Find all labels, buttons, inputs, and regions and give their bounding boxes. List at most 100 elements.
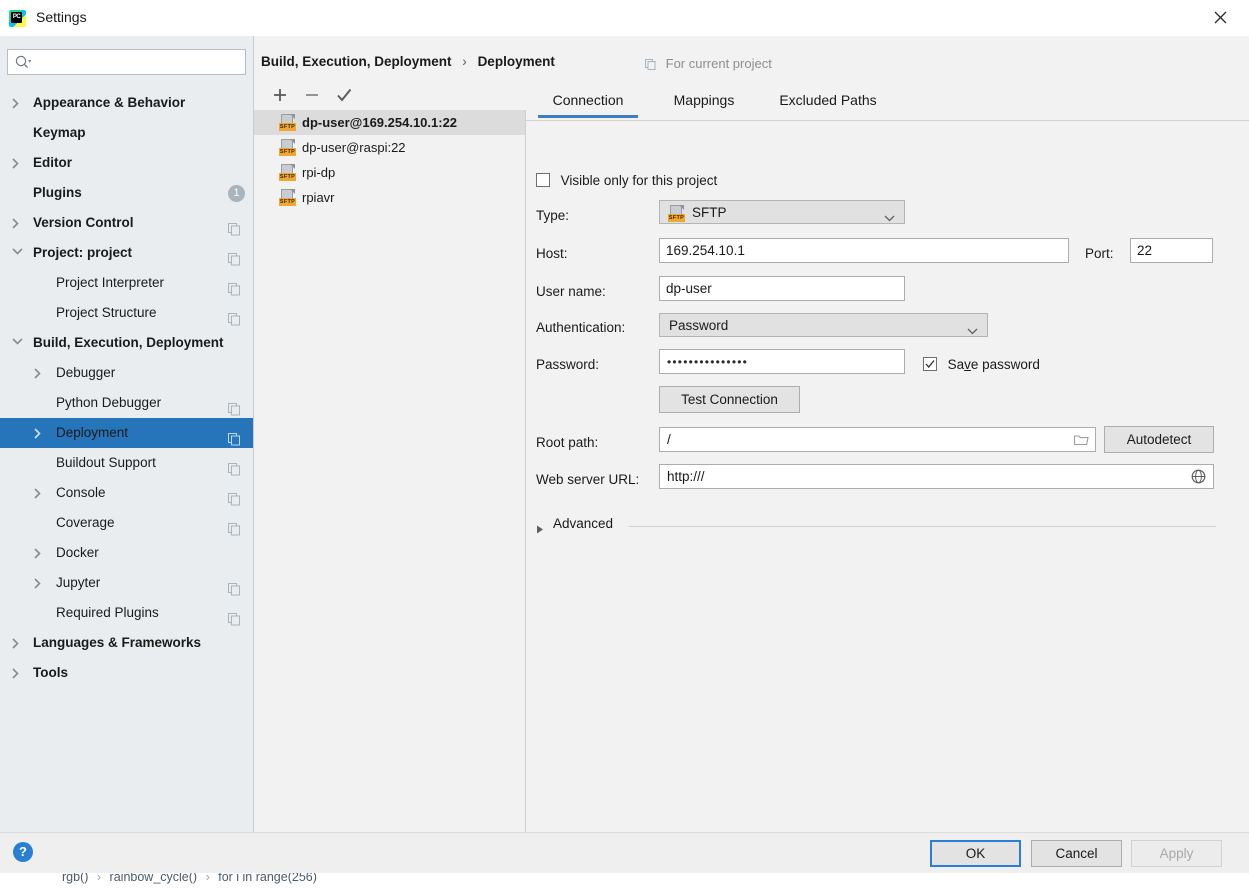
- sidebar-item-buildout-support[interactable]: Buildout Support: [0, 448, 253, 478]
- sidebar-item-editor[interactable]: Editor: [0, 148, 253, 178]
- sidebar-item-languages-frameworks[interactable]: Languages & Frameworks: [0, 628, 253, 658]
- server-name: rpi-dp: [302, 165, 336, 180]
- chevron-down-icon[interactable]: [12, 328, 24, 358]
- server-list-item[interactable]: SFTP rpi-dp: [254, 160, 525, 185]
- sidebar-item-label: Project Interpreter: [56, 275, 165, 290]
- checkbox-box: [923, 357, 937, 371]
- server-list-item[interactable]: SFTP rpiavr: [254, 185, 525, 210]
- type-label: Type:: [536, 208, 570, 223]
- search-icon: [15, 55, 32, 73]
- breadcrumb-root[interactable]: Build, Execution, Deployment: [261, 54, 452, 69]
- sftp-tag: SFTP: [279, 123, 296, 131]
- chevron-right-icon[interactable]: [12, 628, 24, 658]
- server-name: dp-user@169.254.10.1:22: [302, 115, 458, 130]
- chevron-right-icon[interactable]: [34, 418, 46, 448]
- authentication-dropdown[interactable]: Password: [659, 313, 988, 337]
- chevron-right-icon[interactable]: [34, 538, 46, 568]
- root-path-label: Root path:: [536, 435, 599, 450]
- tab-mappings[interactable]: Mappings: [654, 82, 754, 118]
- web-server-url-input[interactable]: http:///: [659, 464, 1214, 489]
- sidebar-item-label: Version Control: [33, 215, 134, 230]
- port-label: Port:: [1085, 246, 1114, 261]
- folder-icon[interactable]: [1073, 433, 1089, 449]
- background-breadcrumb-part-2: for i in range(256): [218, 872, 317, 884]
- chevron-right-icon[interactable]: [12, 658, 24, 688]
- sftp-icon: SFTP: [279, 164, 296, 181]
- password-input[interactable]: •••••••••••••••: [659, 349, 905, 374]
- sidebar-item-project-structure[interactable]: Project Structure: [0, 298, 253, 328]
- server-list-item[interactable]: SFTP dp-user@169.254.10.1:22: [254, 110, 525, 135]
- copy-icon: [645, 58, 660, 73]
- chevron-right-icon[interactable]: [12, 88, 24, 118]
- sidebar-item-build-execution-deployment[interactable]: Build, Execution, Deployment: [0, 328, 253, 358]
- sidebar-item-python-debugger[interactable]: Python Debugger: [0, 388, 253, 418]
- chevron-right-icon[interactable]: [34, 568, 46, 598]
- advanced-section-toggle[interactable]: Advanced: [536, 516, 1216, 534]
- remove-server-button[interactable]: [299, 82, 325, 108]
- sidebar-item-label: Appearance & Behavior: [33, 95, 186, 110]
- background-editor-strip: rgb() › rainbow_cycle() › for i in range…: [0, 872, 1249, 888]
- password-label: Password:: [536, 357, 600, 372]
- root-path-input[interactable]: /: [659, 427, 1096, 452]
- save-password-mnemonic: v: [964, 357, 971, 372]
- close-icon[interactable]: [1201, 4, 1241, 32]
- search-input[interactable]: [38, 50, 245, 76]
- type-value: SFTP: [692, 205, 727, 220]
- chevron-down-icon: [967, 323, 978, 338]
- tab-connection[interactable]: Connection: [538, 82, 638, 118]
- sidebar-item-appearance-behavior[interactable]: Appearance & Behavior: [0, 88, 253, 118]
- sidebar-item-label: Build, Execution, Deployment: [33, 335, 224, 350]
- cancel-button[interactable]: Cancel: [1031, 840, 1122, 867]
- chevron-right-icon[interactable]: [12, 208, 24, 238]
- plugins-update-badge: 1: [228, 185, 245, 202]
- test-connection-button[interactable]: Test Connection: [659, 386, 800, 413]
- sftp-tag: SFTP: [279, 198, 296, 206]
- server-list-item[interactable]: SFTP dp-user@raspi:22: [254, 135, 525, 160]
- sidebar-item-project-interpreter[interactable]: Project Interpreter: [0, 268, 253, 298]
- sidebar-item-jupyter[interactable]: Jupyter: [0, 568, 253, 598]
- chevron-right-icon[interactable]: [12, 148, 24, 178]
- connection-form: Visible only for this project Type: SFTP…: [526, 120, 1249, 832]
- sidebar-item-debugger[interactable]: Debugger: [0, 358, 253, 388]
- tab-label: Connection: [552, 92, 624, 108]
- sidebar-item-required-plugins[interactable]: Required Plugins: [0, 598, 253, 628]
- sidebar-item-label: Docker: [56, 545, 99, 560]
- sftp-icon: SFTP: [279, 139, 296, 156]
- chevron-right-icon[interactable]: [34, 478, 46, 508]
- sidebar-item-console[interactable]: Console: [0, 478, 253, 508]
- sidebar-item-version-control[interactable]: Version Control: [0, 208, 253, 238]
- chevron-down-icon[interactable]: [12, 238, 24, 268]
- visible-only-checkbox[interactable]: Visible only for this project: [536, 173, 717, 188]
- apply-button: Apply: [1131, 840, 1222, 867]
- host-input[interactable]: [659, 238, 1069, 263]
- sidebar-item-project-project[interactable]: Project: project: [0, 238, 253, 268]
- sidebar-item-label: Debugger: [56, 365, 116, 380]
- type-dropdown[interactable]: SFTP SFTP: [659, 200, 905, 224]
- set-default-button[interactable]: [331, 82, 357, 108]
- sidebar-item-coverage[interactable]: Coverage: [0, 508, 253, 538]
- username-input[interactable]: [659, 276, 905, 301]
- sidebar-item-label: Project Structure: [56, 305, 157, 320]
- tab-excluded-paths[interactable]: Excluded Paths: [769, 82, 887, 118]
- sidebar-item-plugins[interactable]: Plugins 1: [0, 178, 253, 208]
- tab-label: Mappings: [673, 92, 735, 108]
- port-input[interactable]: [1130, 238, 1213, 263]
- sidebar-item-docker[interactable]: Docker: [0, 538, 253, 568]
- chevron-right-icon[interactable]: [34, 358, 46, 388]
- add-server-button[interactable]: [267, 82, 293, 108]
- connection-tabs: Connection Mappings Excluded Paths: [526, 82, 1249, 121]
- sidebar-item-keymap[interactable]: Keymap: [0, 118, 253, 148]
- breadcrumb-separator-icon: ›: [96, 872, 102, 884]
- search-field[interactable]: [7, 49, 246, 76]
- breadcrumb: Build, Execution, Deployment › Deploymen…: [261, 54, 555, 69]
- sidebar-item-tools[interactable]: Tools: [0, 658, 253, 688]
- help-icon[interactable]: ?: [13, 842, 33, 862]
- tab-label: Excluded Paths: [779, 92, 877, 108]
- sidebar-item-deployment[interactable]: Deployment: [0, 418, 253, 448]
- window-title: Settings: [36, 9, 87, 25]
- save-password-checkbox[interactable]: Save password: [923, 357, 1040, 372]
- server-toolbar: [259, 82, 524, 108]
- autodetect-button[interactable]: Autodetect: [1104, 426, 1214, 453]
- ok-button[interactable]: OK: [930, 840, 1021, 867]
- globe-icon[interactable]: [1191, 469, 1206, 487]
